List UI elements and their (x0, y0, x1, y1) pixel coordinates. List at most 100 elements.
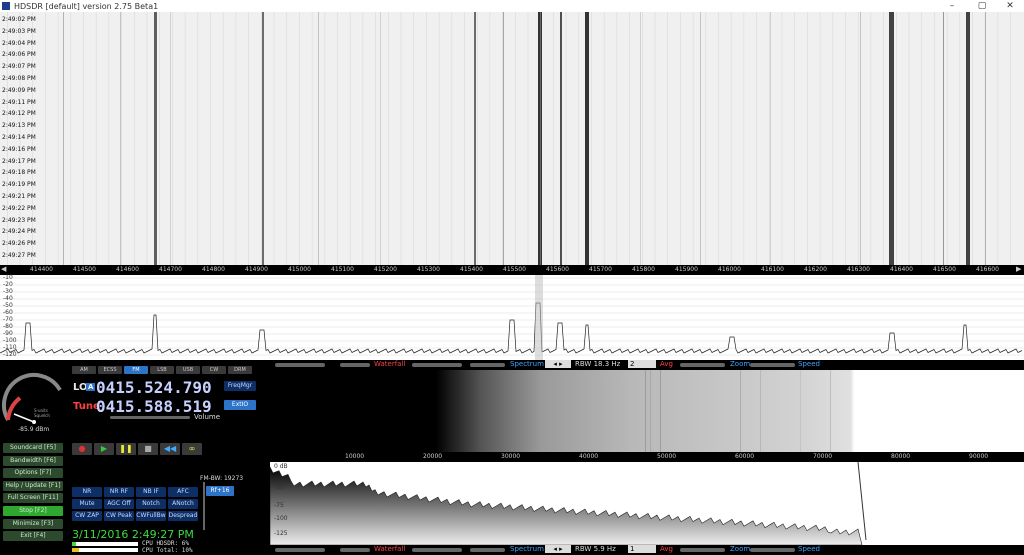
s-meter-gauge (2, 372, 62, 424)
function-button[interactable]: Exit [F4] (3, 531, 63, 542)
dsp-button[interactable]: AGC Off (104, 499, 134, 509)
dsp-button[interactable]: Mute (72, 499, 102, 509)
waterfall-time-label: 2:49:11 PM (2, 98, 36, 106)
af-rbw-stepper[interactable]: ◂ ▸ (545, 545, 571, 553)
rf-axis-tick: 414600 (116, 266, 139, 273)
rf-axis-tick: 416000 (718, 266, 741, 273)
minimize-window-button[interactable]: – (940, 0, 964, 12)
waterfall-time-label: 2:49:03 PM (2, 27, 36, 35)
mode-button-drm[interactable]: DRM (228, 366, 252, 374)
axis-scroll-right-icon[interactable]: ▶ (1016, 265, 1021, 273)
mode-button-ecss[interactable]: ECSS (98, 366, 122, 374)
dsp-button[interactable]: NR (72, 487, 102, 497)
close-window-button[interactable]: ✕ (998, 0, 1022, 12)
rf-brightness-slider[interactable] (275, 363, 325, 367)
af-avg-label: Avg (660, 545, 673, 553)
function-button[interactable]: Options [F7] (3, 468, 63, 479)
dsp-button[interactable]: CW ZAP (72, 511, 102, 521)
dsp-button[interactable]: CW Peak (104, 511, 134, 521)
transport-button[interactable]: ● (72, 443, 92, 455)
transport-button[interactable]: ▶ (94, 443, 114, 455)
rf-db-label: -60 (3, 309, 13, 316)
af-frequency-axis[interactable]: 10000 20000 30000 40000 50000 60000 70000 80000… (270, 452, 1024, 462)
speed-label: Speed (798, 360, 820, 368)
squelch-label: S-units Squelch (34, 408, 50, 418)
rf-gain-button[interactable]: Rf+16 (206, 486, 234, 496)
af-axis-tick: 30000 (501, 453, 521, 460)
transport-button[interactable]: ∞ (182, 443, 202, 455)
zoom-slider[interactable] (680, 363, 725, 367)
mode-button-fm[interactable]: FM (124, 366, 148, 374)
waterfall-time-label: 2:49:27 PM (2, 252, 36, 259)
rf-frequency-axis[interactable]: ◀ 414400 414500 414600 414700 414800 414900 41… (0, 265, 1024, 275)
rf-db-label: -10 (3, 274, 13, 281)
extio-button[interactable]: ExtIO (224, 400, 256, 410)
function-button[interactable]: Full Screen [F11] (3, 493, 63, 504)
function-button[interactable]: Bandwidth [F6] (3, 455, 63, 466)
dsp-button[interactable]: AFC (168, 487, 198, 497)
spectrum-range-slider[interactable] (470, 363, 505, 367)
waterfall-time-label: 2:49:26 PM (2, 240, 36, 248)
dsp-button[interactable]: ANotch (168, 499, 198, 509)
waterfall-time-label: 2:49:09 PM (2, 86, 36, 94)
rf-db-label: -110 (3, 344, 17, 351)
dsp-button[interactable]: NB IF (136, 487, 166, 497)
rf-waterfall[interactable]: 2:49:02 PM 2:49:03 PM 2:49:04 PM 2:49:06 PM… (0, 12, 1024, 265)
rf-axis-tick: 415400 (460, 266, 483, 273)
waterfall-time-label: 2:49:22 PM (2, 204, 36, 212)
cpu-hdsdr-bar (72, 542, 138, 546)
af-contrast-slider[interactable] (340, 548, 370, 552)
af-spectrum[interactable]: 0 dB -50 -75 -100 -125 (270, 462, 1024, 545)
transport-button[interactable]: ◀◀ (160, 443, 180, 455)
rf-db-label: -100 (3, 337, 17, 344)
rf-axis-tick: 415300 (417, 266, 440, 273)
af-spectrum-range-slider[interactable] (470, 548, 505, 552)
rbw-stepper[interactable]: ◂ ▸ (545, 360, 571, 368)
fm-bandwidth: FM-BW: 19273 (200, 475, 244, 482)
avg-label: Avg (660, 360, 673, 368)
dsp-button[interactable]: NR RF (104, 487, 134, 497)
rf-axis-tick: 414500 (73, 266, 96, 273)
af-avg-select[interactable]: 1 (628, 545, 656, 553)
af-control-strip: Waterfall Spectrum ◂ ▸ RBW 5.9 Hz 1 Avg … (270, 545, 1024, 555)
waterfall-time-label: 2:49:17 PM (2, 157, 36, 165)
fm-bw-slider[interactable] (203, 482, 205, 530)
mode-button-lsb[interactable]: LSB (150, 366, 174, 374)
dsp-button[interactable]: CWFullBw (136, 511, 166, 521)
transport-button[interactable]: ❚❚ (116, 443, 136, 455)
function-button[interactable]: Minimize [F3] (3, 518, 63, 529)
maximize-window-button[interactable]: ▢ (970, 0, 994, 12)
avg-select[interactable]: 2 (628, 360, 656, 368)
rf-axis-tick: 416100 (761, 266, 784, 273)
speed-slider[interactable] (750, 363, 795, 367)
dsp-button[interactable]: Despread (168, 511, 198, 521)
zoom-label: Zoom (730, 360, 751, 368)
af-speed-slider[interactable] (750, 548, 795, 552)
af-spectrum-level-slider[interactable] (412, 548, 462, 552)
function-button[interactable]: Soundcard [F5] (3, 443, 63, 453)
waterfall-time-label: 2:49:04 PM (2, 39, 36, 47)
freqmgr-button[interactable]: FreqMgr (224, 381, 256, 391)
rbw-value: RBW 18.3 Hz (575, 360, 621, 368)
af-brightness-slider[interactable] (275, 548, 325, 552)
mode-button-cw[interactable]: CW (202, 366, 226, 374)
axis-scroll-left-icon[interactable]: ◀ (1, 265, 6, 273)
spectrum-level-slider[interactable] (412, 363, 462, 367)
transport-button[interactable]: ■ (138, 443, 158, 455)
volume-slider[interactable] (110, 416, 190, 419)
af-waterfall[interactable] (270, 370, 1024, 452)
lo-marker: A (86, 383, 96, 391)
s-meter-reading: -85.9 dBm (18, 426, 50, 433)
waterfall-time-label: 2:49:18 PM (2, 169, 36, 177)
lo-frequency[interactable]: 0415.524.790 (96, 378, 212, 397)
function-button[interactable]: Help / Update [F1] (3, 480, 63, 491)
mode-button-usb[interactable]: USB (176, 366, 200, 374)
af-zoom-slider[interactable] (680, 548, 725, 552)
mode-button-am[interactable]: AM (72, 366, 96, 374)
dsp-button[interactable]: Notch (136, 499, 166, 509)
function-button[interactable]: Stop [F2] (3, 506, 63, 516)
rf-db-label: -40 (3, 295, 13, 302)
rf-contrast-slider[interactable] (340, 363, 370, 367)
rf-spectrum[interactable]: -10 -20 -30 -40 -50 -60 -70 -80 -90 -100 -110 -120 (0, 274, 1024, 360)
af-spectrum-trace (270, 462, 867, 545)
